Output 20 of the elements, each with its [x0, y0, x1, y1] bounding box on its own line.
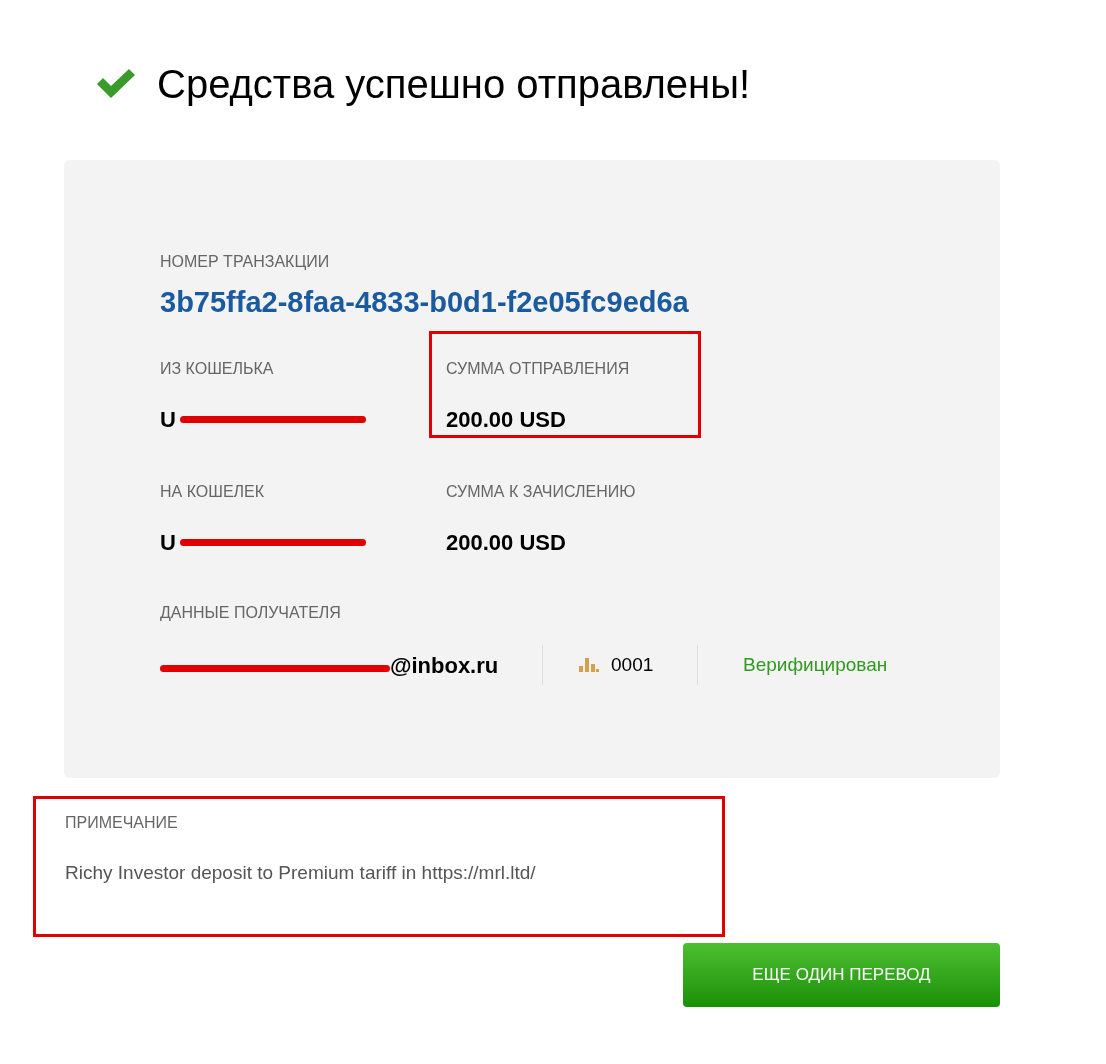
field-label: СУММА К ЗАЧИСЛЕНИЮ	[446, 482, 637, 502]
another-transfer-button[interactable]: ЕЩЕ ОДИН ПЕРЕВОД	[683, 943, 1000, 1007]
field-value: U	[160, 529, 176, 557]
field-label: НОМЕР ТРАНЗАКЦИИ	[160, 252, 331, 272]
field-value: U	[160, 406, 176, 434]
field-value: 200.00 USD	[446, 529, 566, 557]
transaction-id: 3b75ffa2-8faa-4833-b0d1-f2e05fc9ed6a	[160, 288, 690, 317]
checkmark-icon	[95, 68, 137, 100]
field-label: ИЗ КОШЕЛЬКА	[160, 359, 275, 379]
bar-chart-icon	[579, 658, 599, 672]
page-title: Средства успешно отправлены!	[157, 64, 751, 104]
note-text: Richy Investor deposit to Premium tariff in https://mrl.ltd/	[65, 861, 537, 885]
rating-number: 0001	[611, 652, 654, 677]
note-label: ПРИМЕЧАНИЕ	[65, 813, 179, 833]
verification-status: Верифицирован	[743, 652, 888, 677]
field-label: СУММА ОТПРАВЛЕНИЯ	[446, 359, 631, 379]
field-value: 200.00 USD	[446, 406, 566, 434]
recipient-email: @inbox.ru	[390, 651, 499, 680]
field-label: НА КОШЕЛЕК	[160, 482, 266, 502]
field-label: ДАННЫЕ ПОЛУЧАТЕЛЯ	[160, 603, 342, 623]
